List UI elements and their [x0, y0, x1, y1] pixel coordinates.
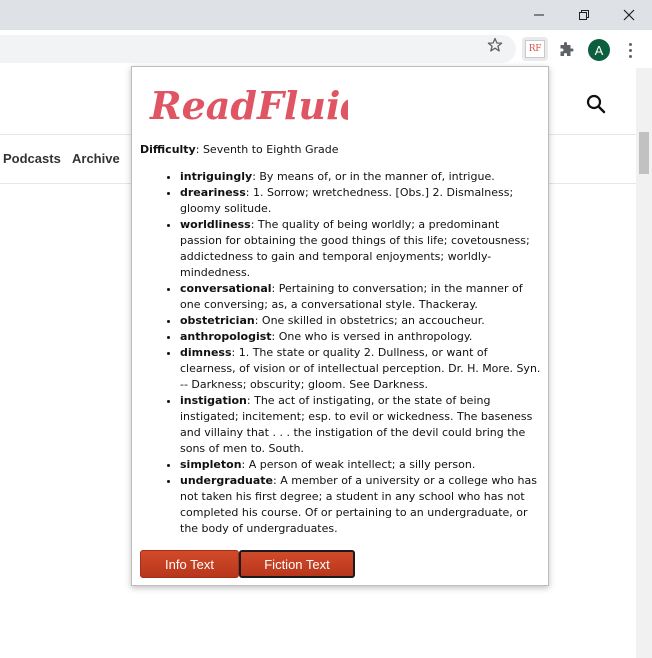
vocabulary-term: conversational — [180, 282, 272, 295]
readfluid-logo: ReadFluid — [149, 83, 348, 128]
difficulty-line: Difficulty: Seventh to Eighth Grade — [140, 143, 339, 156]
vocabulary-term: simpleton — [180, 458, 242, 471]
vocabulary-term: instigation — [180, 394, 247, 407]
vocabulary-definition: One skilled in obstetrics; an accoucheur… — [261, 314, 485, 327]
vocabulary-item: undergraduate: A member of a university … — [180, 473, 542, 537]
menu-dot-icon — [628, 42, 632, 46]
extensions-button[interactable] — [556, 40, 576, 60]
fiction-text-button[interactable]: Fiction Text — [239, 550, 355, 578]
vocabulary-definition: A person of weak intellect; a silly pers… — [248, 458, 476, 471]
vocabulary-term: intriguingly — [180, 170, 253, 183]
vocabulary-term: dreariness — [180, 186, 246, 199]
difficulty-label: Difficulty — [140, 143, 196, 156]
browser-toolbar: RF A — [0, 30, 652, 69]
title-bar — [0, 0, 652, 30]
vocabulary-term: undergraduate — [180, 474, 273, 487]
vocabulary-item: anthropologist: One who is versed in ant… — [180, 329, 542, 345]
vocabulary-item: instigation: The act of instigating, or … — [180, 393, 542, 457]
restore-icon — [579, 10, 589, 20]
minimize-button[interactable] — [516, 0, 562, 30]
vocabulary-item: conversational: Pertaining to conversati… — [180, 281, 542, 313]
vocabulary-term: obstetrician — [180, 314, 255, 327]
vocabulary-definition: By means of, or in the manner of, intrig… — [259, 170, 495, 183]
vocabulary-definition: One who is versed in anthropology. — [278, 330, 473, 343]
readfluid-extension-icon: RF — [525, 40, 545, 58]
vocabulary-term: worldliness — [180, 218, 251, 231]
restore-button[interactable] — [561, 0, 607, 30]
page-search-button[interactable] — [586, 94, 606, 114]
browser-window: RF A Podcasts Archive ReadFluid Difficul… — [0, 0, 652, 658]
puzzle-icon — [560, 42, 574, 56]
vocabulary-item: dreariness: 1. Sorrow; wretchedness. [Ob… — [180, 185, 542, 217]
profile-avatar[interactable]: A — [588, 39, 610, 61]
vocabulary-list: intriguingly: By means of, or in the man… — [140, 169, 542, 537]
menu-dot-icon — [628, 54, 632, 58]
vocabulary-item: dimness: 1. The state or quality 2. Dull… — [180, 345, 542, 393]
search-icon — [586, 94, 606, 114]
readfluid-extension-button[interactable]: RF — [522, 37, 548, 61]
vocabulary-item: simpleton: A person of weak intellect; a… — [180, 457, 542, 473]
vocabulary-item: intriguingly: By means of, or in the man… — [180, 169, 542, 185]
star-icon — [487, 37, 503, 52]
vocabulary-definition: 1. The state or quality 2. Dullness, or … — [180, 346, 541, 391]
nav-archive-link[interactable]: Archive — [72, 151, 120, 166]
bookmark-star-button[interactable] — [485, 35, 505, 55]
nav-podcasts-link[interactable]: Podcasts — [3, 151, 61, 166]
info-text-button[interactable]: Info Text — [140, 550, 239, 578]
address-bar[interactable] — [0, 35, 516, 63]
readfluid-popup: ReadFluid Difficulty: Seventh to Eighth … — [131, 66, 549, 586]
vocabulary-item: worldliness: The quality of being worldl… — [180, 217, 542, 281]
minimize-icon — [534, 14, 544, 16]
logo-text: ReadFluid — [149, 83, 348, 128]
vocabulary-term: dimness — [180, 346, 232, 359]
vocabulary-term: anthropologist — [180, 330, 272, 343]
menu-dot-icon — [628, 48, 632, 52]
scrollbar-thumb[interactable] — [639, 132, 649, 174]
page-scrollbar[interactable] — [636, 68, 652, 658]
close-icon — [623, 9, 635, 21]
vocabulary-item: obstetrician: One skilled in obstetrics;… — [180, 313, 542, 329]
close-button[interactable] — [606, 0, 652, 30]
difficulty-value: Seventh to Eighth Grade — [202, 143, 339, 156]
browser-menu-button[interactable] — [622, 40, 638, 60]
